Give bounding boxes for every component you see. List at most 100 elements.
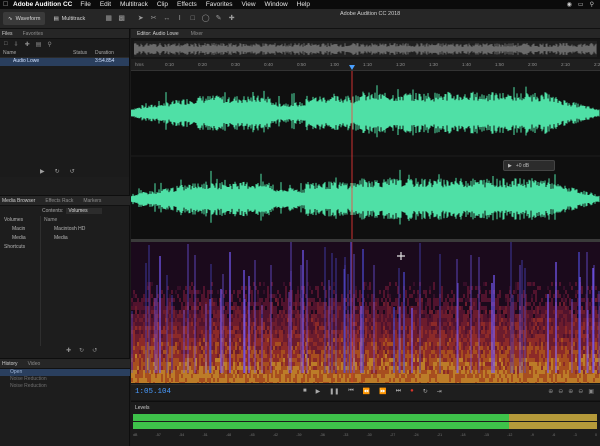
tab-files[interactable]: Files (2, 31, 13, 37)
list-item[interactable]: Macintosh HD (44, 225, 85, 234)
spectral-cell (529, 358, 531, 362)
menu-help[interactable]: Help (297, 1, 310, 8)
spectral-cell (277, 330, 279, 334)
wifi-icon[interactable]: ◉ (567, 1, 572, 8)
apple-icon[interactable]:  (3, 1, 13, 8)
spectral-frequency-icon[interactable]: ▦ (104, 14, 113, 23)
file-row[interactable]: Audio Lowe 3:54.854 (0, 58, 129, 66)
spectral-cell (375, 362, 377, 366)
search-icon[interactable]: ⚲ (47, 41, 51, 48)
spectral-cell (235, 362, 237, 366)
tree-item[interactable]: Macin (4, 225, 26, 234)
tab-media-browser[interactable]: Media Browser (2, 198, 35, 204)
tab-editor[interactable]: Editor: Audio Lowe (137, 31, 179, 37)
menu-file[interactable]: File (80, 1, 90, 8)
razor-tool-icon[interactable]: ✂ (149, 14, 158, 23)
spot-healing-icon[interactable]: ✚ (227, 14, 236, 23)
waveform-display[interactable] (131, 71, 600, 241)
play-icon[interactable]: ▶ (40, 168, 45, 175)
menu-multitrack[interactable]: Multitrack (120, 1, 148, 8)
tab-mixer[interactable]: Mixer (191, 31, 203, 37)
tab-favorites[interactable]: Favorites (23, 31, 44, 37)
tab-markers[interactable]: Markers (83, 198, 101, 204)
search-icon[interactable]: ⚲ (590, 1, 594, 8)
tree-item[interactable]: Shortcuts (4, 243, 26, 252)
spectral-cell (259, 374, 261, 378)
spectral-cell (541, 298, 543, 302)
timeline-ruler[interactable]: hms 0:10 0:20 0:30 0:40 0:50 1:00 1:10 1:20 1:30… (131, 59, 600, 71)
menu-view[interactable]: View (242, 1, 256, 8)
spectral-cell (171, 374, 173, 378)
spectral-cell (529, 362, 531, 366)
spectral-frequency-display[interactable] (131, 242, 600, 383)
spectral-cell (177, 354, 179, 358)
spectral-cell (241, 338, 243, 342)
menu-window[interactable]: Window (265, 1, 288, 8)
media-divider[interactable] (40, 216, 41, 346)
spectral-cell (333, 318, 335, 322)
list-item[interactable]: Media (44, 234, 85, 243)
playhead-marker[interactable] (349, 65, 355, 70)
lasso-tool-icon[interactable]: ◯ (201, 14, 210, 23)
open-file-icon[interactable]: □ (4, 41, 8, 48)
brush-tool-icon[interactable]: ✎ (214, 14, 223, 23)
spectral-cell (385, 306, 387, 310)
spectral-cell (363, 382, 365, 383)
tree-item[interactable]: Media (4, 234, 26, 243)
autoplay-icon[interactable]: ↺ (70, 168, 75, 175)
spectral-cell (573, 330, 575, 334)
overview-trace (134, 43, 597, 55)
battery-icon[interactable]: ▭ (578, 1, 584, 8)
column-duration[interactable]: Duration (95, 50, 114, 57)
spectral-pitch-icon[interactable]: ▩ (117, 14, 126, 23)
spectral-cell (179, 298, 181, 302)
tab-history[interactable]: History (2, 361, 18, 367)
column-status[interactable]: Status (73, 50, 95, 57)
loop-icon[interactable]: ↻ (79, 347, 84, 354)
tab-video[interactable]: Video (28, 361, 41, 367)
overview-waveform[interactable] (134, 41, 597, 57)
insert-icon[interactable]: ▤ (36, 41, 42, 48)
spectral-cell (315, 342, 317, 346)
menu-edit[interactable]: Edit (100, 1, 111, 8)
autoplay-icon[interactable]: ↺ (92, 347, 97, 354)
loop-icon[interactable]: ↻ (55, 168, 60, 175)
contents-dropdown[interactable]: Volumes (66, 208, 102, 214)
menu-clip[interactable]: Clip (157, 1, 168, 8)
app-name-menu[interactable]: Adobe Audition CC (13, 1, 72, 8)
spectral-cell (461, 354, 463, 358)
marquee-tool-icon[interactable]: □ (188, 14, 197, 23)
move-tool-icon[interactable]: ➤ (136, 14, 145, 23)
history-item[interactable]: Open (0, 369, 130, 376)
spectral-cell (415, 326, 417, 330)
spectral-cell (173, 378, 175, 382)
new-file-icon[interactable]: ✚ (25, 41, 30, 48)
menu-effects[interactable]: Effects (177, 1, 197, 8)
spectral-cell (489, 362, 491, 366)
add-icon[interactable]: ✚ (66, 347, 71, 354)
spectral-cell (481, 322, 483, 326)
spectral-cell (185, 366, 187, 370)
import-icon[interactable]: ⇩ (14, 41, 19, 48)
spectral-cell (225, 366, 227, 370)
history-item[interactable]: Noise Reduction (0, 376, 130, 383)
spectral-cell (385, 354, 387, 358)
list-header[interactable]: Name (44, 216, 85, 225)
tab-effects-rack[interactable]: Effects Rack (45, 198, 73, 204)
spectral-cell (213, 366, 215, 370)
waveform-mode-button[interactable]: ∿ Waveform (3, 12, 46, 25)
column-name[interactable]: Name (3, 50, 73, 57)
history-item[interactable]: Noise Reduction (0, 383, 130, 390)
spectral-cell (517, 338, 519, 342)
spectral-cell (533, 342, 535, 346)
spectral-cell (527, 370, 529, 374)
multitrack-mode-button[interactable]: ▤ Multitrack (48, 12, 90, 25)
time-selection-tool-icon[interactable]: I (175, 14, 184, 23)
menu-favorites[interactable]: Favorites (206, 1, 233, 8)
slip-tool-icon[interactable]: ↔ (162, 14, 171, 23)
spectral-cell (475, 318, 477, 322)
spectral-cell (313, 326, 315, 330)
spectral-cell (501, 370, 503, 374)
tree-item[interactable]: Volumes (4, 216, 26, 225)
spectral-cell (567, 322, 569, 326)
